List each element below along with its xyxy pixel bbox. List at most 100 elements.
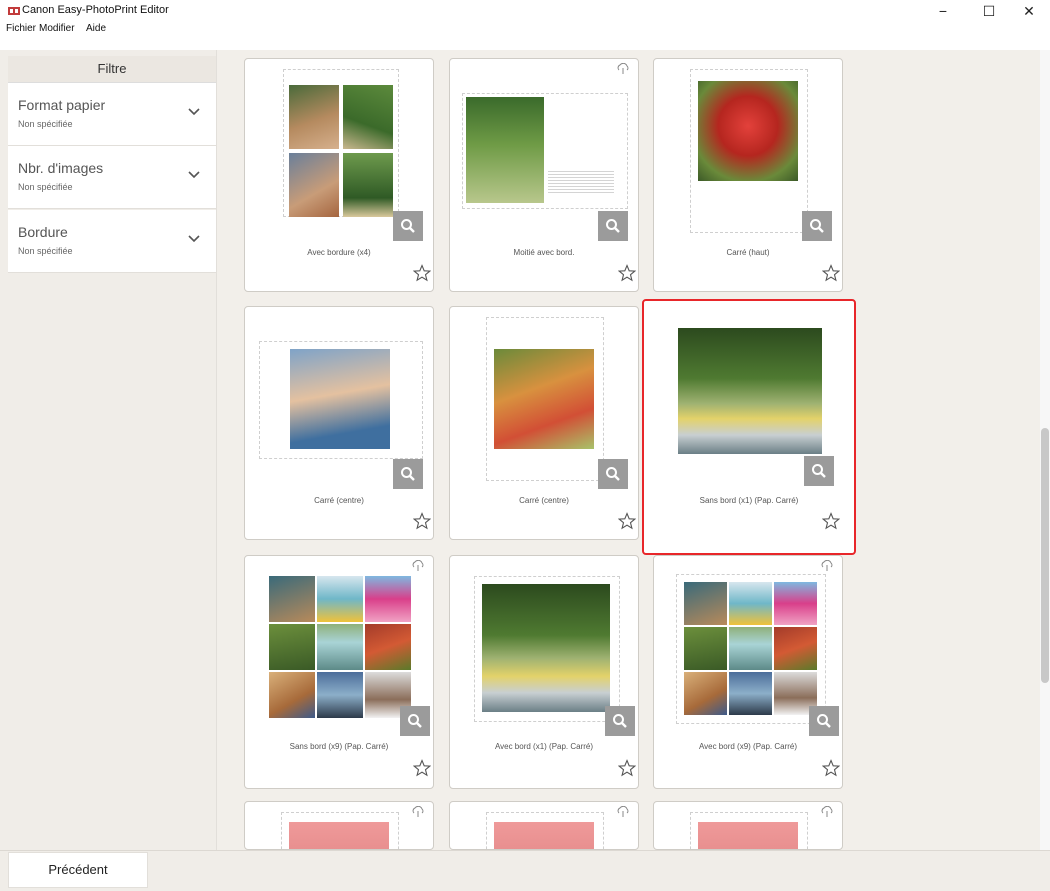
template-card[interactable]: Carré (centre) [244,306,434,540]
magnifier-icon [401,467,415,481]
filter-label: Nbr. d'images [18,160,104,176]
zoom-preview-button[interactable] [605,706,635,736]
magnifier-icon [606,467,620,481]
magnifier-icon [613,714,627,728]
photo-thumbnail [774,627,817,670]
template-label: Sans bord (x1) (Pap. Carré) [699,496,799,505]
magnifier-icon [817,714,831,728]
footer-bar [0,850,1050,891]
app-logo-icon [8,7,20,15]
photo-thumbnail [343,85,393,149]
favorite-star-icon[interactable] [413,759,431,777]
photo-thumbnail [684,627,727,670]
cloud-download-icon [617,806,629,817]
chevron-down-icon[interactable] [186,168,202,180]
photo-thumbnail [684,672,727,715]
filter-border[interactable]: Bordure Non spécifiée [8,210,216,273]
photo-thumbnail [698,81,798,181]
template-card[interactable] [653,801,843,850]
magnifier-icon [408,714,422,728]
zoom-preview-button[interactable] [802,211,832,241]
favorite-star-icon[interactable] [618,759,636,777]
previous-button[interactable]: Précédent [8,852,148,888]
zoom-preview-button[interactable] [393,211,423,241]
template-card-selected[interactable]: Sans bord (x1) (Pap. Carré) [642,299,856,555]
photo-thumbnail [269,672,315,718]
cloud-download-icon [412,560,424,571]
template-card[interactable]: Avec bord (x1) (Pap. Carré) [449,555,639,789]
magnifier-icon [812,464,826,478]
zoom-preview-button[interactable] [393,459,423,489]
photo-thumbnail [729,627,772,670]
menu-modifier[interactable]: Modifier [39,23,75,34]
zoom-preview-button[interactable] [804,456,834,486]
zoom-preview-button[interactable] [400,706,430,736]
photo-thumbnail [289,85,339,149]
favorite-star-icon[interactable] [822,264,840,282]
favorite-star-icon[interactable] [413,512,431,530]
template-label: Avec bord (x9) (Pap. Carré) [698,742,798,751]
template-card[interactable] [449,801,639,850]
photo-thumbnail [482,584,610,712]
cloud-download-icon [617,63,629,74]
menu-aide[interactable]: Aide [86,23,106,34]
filter-header-title: Filtre [97,61,127,76]
template-card[interactable] [244,801,434,850]
photo-thumbnail [729,582,772,625]
template-label: Carré (centre) [519,496,569,505]
chevron-down-icon[interactable] [186,105,202,117]
menu-fichier[interactable]: Fichier [6,23,36,34]
template-card[interactable]: Sans bord (x9) (Pap. Carré) [244,555,434,789]
favorite-star-icon[interactable] [822,512,840,530]
template-label: Avec bordure (x4) [307,248,371,257]
photo-thumbnail [269,624,315,670]
template-label: Carré (haut) [726,248,770,257]
chevron-down-icon[interactable] [186,232,202,244]
favorite-star-icon[interactable] [618,264,636,282]
minimize-button[interactable]: − [920,0,966,22]
magnifier-icon [401,219,415,233]
photo-thumbnail [678,328,822,454]
favorite-star-icon[interactable] [822,759,840,777]
template-label: Moitié avec bord. [513,248,575,257]
favorite-star-icon[interactable] [413,264,431,282]
filter-header: Filtre [8,56,216,83]
photo-thumbnail [317,576,363,622]
template-label: Avec bord (x1) (Pap. Carré) [494,742,594,751]
template-label: Sans bord (x9) (Pap. Carré) [289,742,389,751]
filter-image-count[interactable]: Nbr. d'images Non spécifiée [8,146,216,209]
cloud-download-icon [821,806,833,817]
close-button[interactable]: ✕ [1006,0,1050,22]
magnifier-icon [606,219,620,233]
photo-thumbnail [774,582,817,625]
filter-value: Non spécifiée [18,119,73,129]
photo-thumbnail [289,822,389,849]
filter-label: Format papier [18,97,106,113]
favorite-star-icon[interactable] [618,512,636,530]
cloud-download-icon [412,806,424,817]
photo-thumbnail [698,822,798,849]
photo-thumbnail [684,582,727,625]
photo-thumbnail [365,576,411,622]
filter-value: Non spécifiée [18,246,73,256]
photo-thumbnail [343,153,393,217]
filter-value: Non spécifiée [18,182,73,192]
photo-thumbnail [494,349,594,449]
photo-thumbnail [365,624,411,670]
template-card[interactable]: Avec bord (x9) (Pap. Carré) [653,555,843,789]
template-card[interactable]: Moitié avec bord. [449,58,639,292]
text-placeholder [548,171,614,193]
template-card[interactable]: Carré (haut) [653,58,843,292]
zoom-preview-button[interactable] [809,706,839,736]
scrollbar-thumb[interactable] [1041,428,1049,683]
window-title: Canon Easy-PhotoPrint Editor [22,4,169,16]
menu-bar: Fichier Modifier Aide [0,22,1050,36]
filter-paper-size[interactable]: Format papier Non spécifiée [8,83,216,146]
photo-thumbnail [729,672,772,715]
template-card[interactable]: Carré (centre) [449,306,639,540]
photo-thumbnail [494,822,594,849]
zoom-preview-button[interactable] [598,211,628,241]
template-card[interactable]: Avec bordure (x4) [244,58,434,292]
photo-thumbnail [269,576,315,622]
zoom-preview-button[interactable] [598,459,628,489]
